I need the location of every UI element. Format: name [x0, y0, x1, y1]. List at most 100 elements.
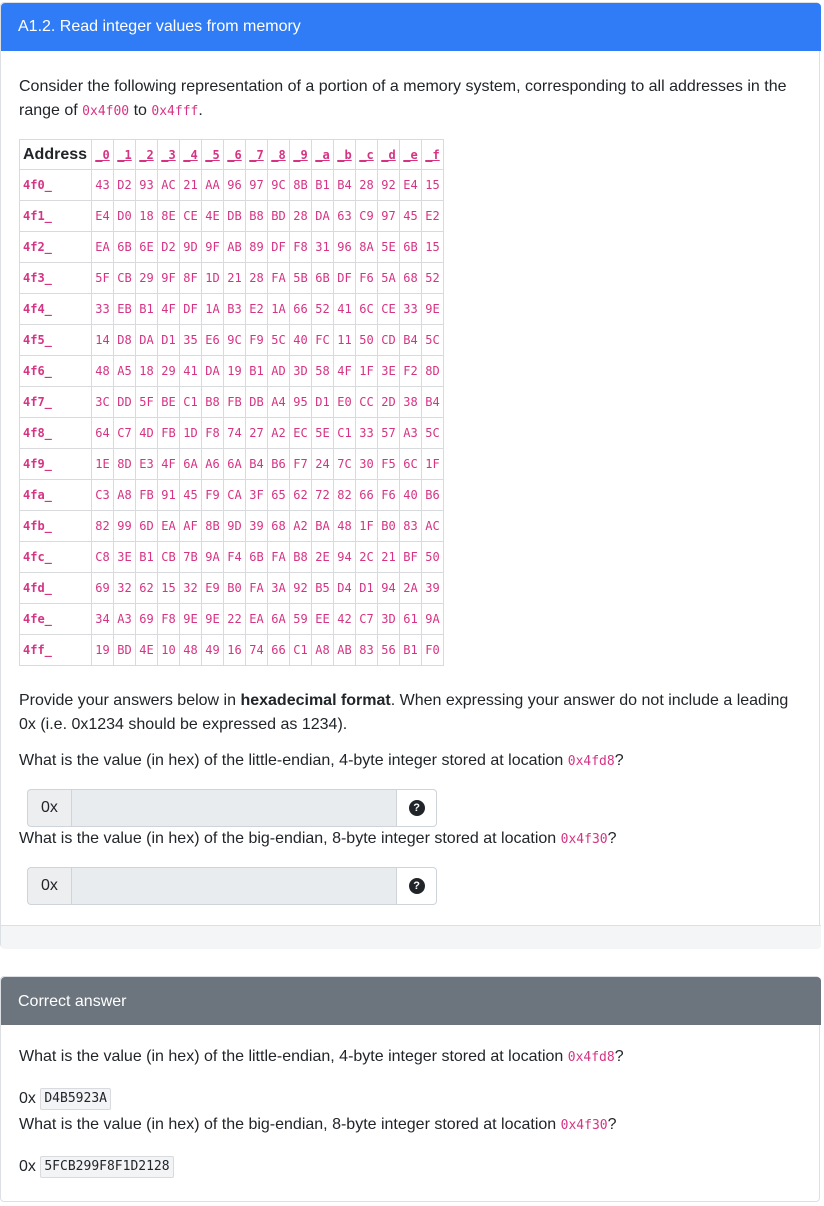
byte-cell: 2D — [377, 386, 400, 418]
memory-row: 4f3_ 5F CB 29 9F 8F 1D 21 28 FA 5B 6B DF F6 5A 68 52 — [19, 262, 444, 294]
byte-cell: 4E — [201, 200, 224, 232]
column-header: _3 — [157, 139, 180, 170]
byte-cell: F9 — [201, 479, 224, 511]
column-header: _6 — [223, 139, 246, 170]
question-card: A1.2. Read integer values from memory Co… — [0, 2, 821, 949]
byte-cell: 96 — [333, 231, 356, 263]
byte-cell: 74 — [223, 417, 246, 449]
byte-cell: C1 — [179, 386, 202, 418]
byte-cell: 18 — [135, 355, 158, 387]
byte-cell: 3E — [377, 355, 400, 387]
byte-cell: 15 — [421, 169, 444, 201]
q2-punct: ? — [607, 830, 617, 847]
byte-cell: 11 — [333, 324, 356, 356]
column-header: _2 — [135, 139, 158, 170]
byte-cell: 21 — [377, 541, 400, 573]
row-address: 4f5_ — [19, 324, 92, 356]
column-header: _c — [355, 139, 378, 170]
a1-prefix: 0x — [19, 1090, 36, 1107]
byte-cell: B4 — [333, 169, 356, 201]
byte-cell: 1A — [201, 293, 224, 325]
byte-cell: B8 — [201, 386, 224, 418]
byte-cell: DF — [179, 293, 202, 325]
byte-cell: 5F — [135, 386, 158, 418]
byte-cell: 2C — [355, 541, 378, 573]
row-address: 4fa_ — [19, 479, 92, 511]
memory-row: 4ff_ 19 BD 4E 10 48 49 16 74 66 C1 A8 AB 83 56 B1 F0 — [19, 634, 444, 666]
byte-cell: 64 — [91, 417, 114, 449]
column-header: _d — [377, 139, 400, 170]
byte-cell: F6 — [377, 479, 400, 511]
byte-cell: 1E — [91, 448, 114, 480]
row-address: 4f8_ — [19, 417, 92, 449]
byte-cell: 19 — [223, 355, 246, 387]
byte-cell: DF — [333, 262, 356, 294]
q2-prefix: 0x — [27, 867, 71, 905]
byte-cell: E2 — [245, 293, 268, 325]
byte-cell: 29 — [157, 355, 180, 387]
byte-cell: AD — [267, 355, 290, 387]
byte-cell: 39 — [245, 510, 268, 542]
q1-help-button[interactable]: ? — [397, 789, 437, 827]
byte-cell: B4 — [245, 448, 268, 480]
q1-answer-input[interactable] — [70, 789, 398, 827]
byte-cell: EA — [157, 510, 180, 542]
row-address: 4f0_ — [19, 169, 92, 201]
byte-cell: 62 — [289, 479, 312, 511]
byte-cell: C1 — [333, 417, 356, 449]
byte-cell: A2 — [267, 417, 290, 449]
memory-row: 4f8_ 64 C7 4D FB 1D F8 74 27 A2 EC 5E C1 33 57 A3 5C — [19, 417, 444, 449]
byte-cell: 4F — [157, 293, 180, 325]
byte-cell: 97 — [245, 169, 268, 201]
byte-cell: 9A — [421, 603, 444, 635]
byte-cell: D0 — [113, 200, 136, 232]
q2-answer-input[interactable] — [70, 867, 398, 905]
byte-cell: 32 — [113, 572, 136, 604]
byte-cell: 31 — [311, 231, 334, 263]
a1-answer-value: D4B5923A — [40, 1087, 111, 1110]
byte-cell: 9C — [267, 169, 290, 201]
q2-help-button[interactable]: ? — [397, 867, 437, 905]
byte-cell: 91 — [157, 479, 180, 511]
byte-cell: 33 — [91, 293, 114, 325]
byte-cell: 65 — [267, 479, 290, 511]
a2-location: 0x4f30 — [560, 1118, 608, 1133]
byte-cell: FB — [157, 417, 180, 449]
byte-cell: 28 — [245, 262, 268, 294]
byte-cell: B4 — [399, 324, 422, 356]
byte-cell: 72 — [311, 479, 334, 511]
byte-cell: E3 — [135, 448, 158, 480]
byte-cell: 8E — [157, 200, 180, 232]
byte-cell: 9E — [179, 603, 202, 635]
byte-cell: 5E — [311, 417, 334, 449]
memory-row: 4f9_ 1E 8D E3 4F 6A A6 6A B4 B6 F7 24 7C 30 F5 6C 1F — [19, 448, 444, 480]
q2-input-group: 0x ? — [27, 867, 437, 905]
column-header: _9 — [289, 139, 312, 170]
byte-cell: AB — [333, 634, 356, 666]
column-header: _5 — [201, 139, 224, 170]
byte-cell: 33 — [355, 417, 378, 449]
byte-cell: 6B — [245, 541, 268, 573]
byte-cell: CE — [377, 293, 400, 325]
byte-cell: 56 — [377, 634, 400, 666]
byte-cell: F5 — [377, 448, 400, 480]
byte-cell: 30 — [355, 448, 378, 480]
byte-cell: 4D — [135, 417, 158, 449]
byte-cell: DA — [201, 355, 224, 387]
byte-cell: CB — [157, 541, 180, 573]
byte-cell: 5A — [377, 262, 400, 294]
byte-cell: 28 — [289, 200, 312, 232]
memory-row: 4f5_ 14 D8 DA D1 35 E6 9C F9 5C 40 FC 11 50 CD B4 5C — [19, 324, 444, 356]
byte-cell: C3 — [91, 479, 114, 511]
a2-answer-value: 5FCB299F8F1D2128 — [40, 1155, 174, 1178]
byte-cell: F0 — [421, 634, 444, 666]
byte-cell: 9F — [201, 231, 224, 263]
byte-cell: 9A — [201, 541, 224, 573]
byte-cell: 35 — [179, 324, 202, 356]
byte-cell: 41 — [179, 355, 202, 387]
byte-cell: 4F — [333, 355, 356, 387]
byte-cell: A3 — [399, 417, 422, 449]
byte-cell: 34 — [91, 603, 114, 635]
byte-cell: 50 — [421, 541, 444, 573]
byte-cell: BD — [267, 200, 290, 232]
